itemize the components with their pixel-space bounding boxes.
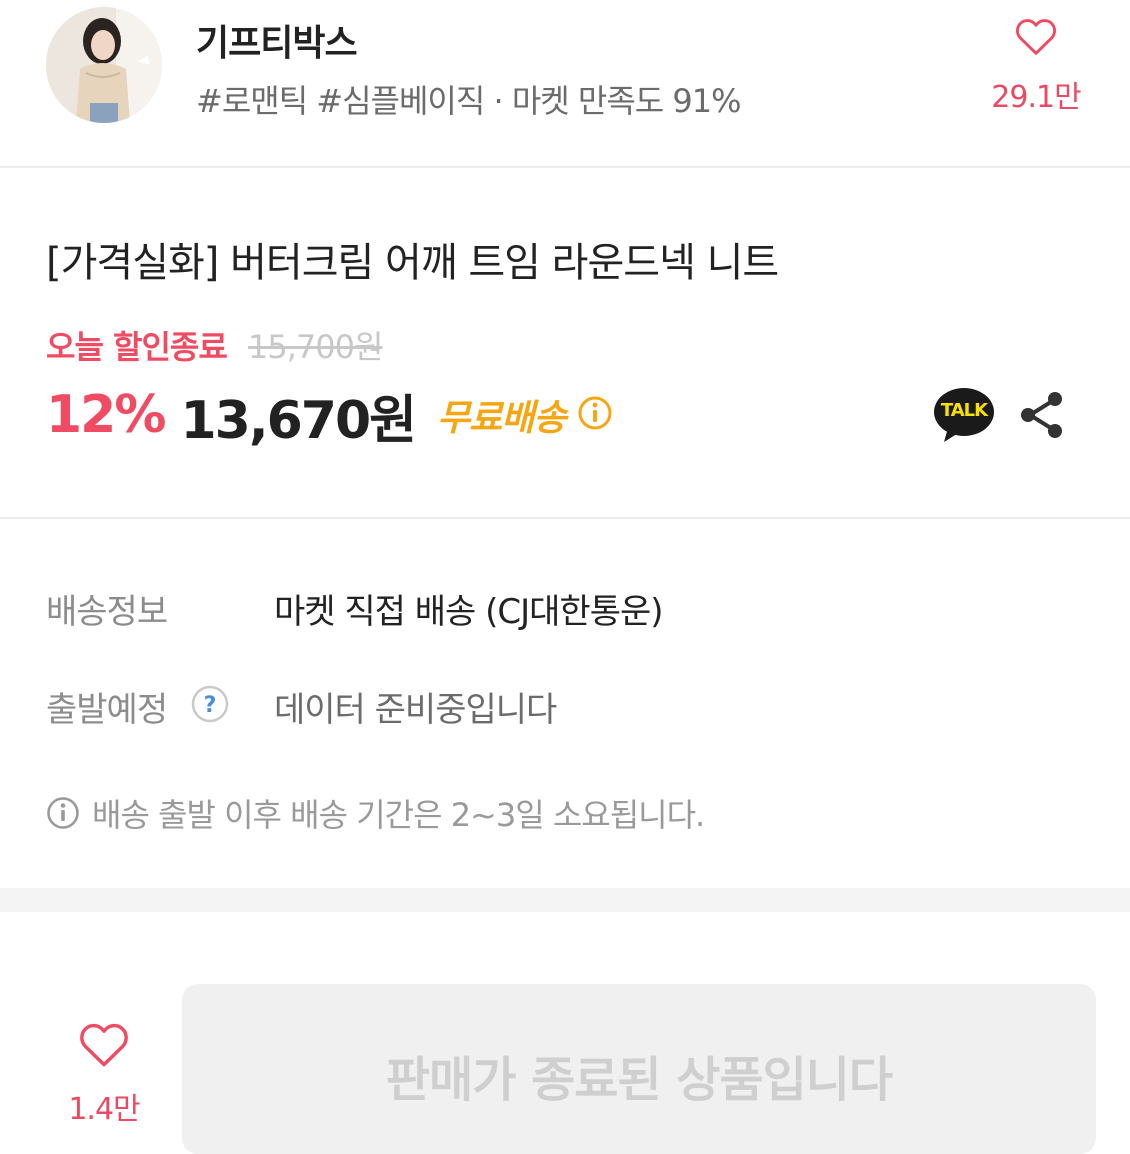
- share-icon: [1021, 392, 1062, 438]
- departure-label: 출발예정: [46, 690, 168, 730]
- like-count: 1.4만: [68, 1092, 140, 1127]
- free-shipping-info-icon[interactable]: [577, 395, 613, 435]
- price-row: 12% 13,670원 무료배송: [46, 380, 613, 451]
- section-gap: [0, 888, 1130, 912]
- shipping-notice: 배송 출발 이후 배송 기간은 2~3일 소요됩니다.: [46, 790, 705, 836]
- shipping-info-value: 마켓 직접 배송 (CJ대한통운): [274, 592, 664, 632]
- like-button[interactable]: 1.4만: [56, 1018, 152, 1130]
- product-title: [가격실화] 버터크림 어깨 트임 라운드넥 니트: [46, 240, 779, 286]
- avatar-photo: [46, 7, 162, 123]
- departure-value: 데이터 준비중입니다: [274, 690, 557, 730]
- heart-outline-icon: [1015, 19, 1057, 55]
- shipping-info-label: 배송정보: [46, 592, 168, 632]
- product-divider: [0, 517, 1130, 519]
- header-divider: [0, 166, 1130, 168]
- kakao-talk-button[interactable]: TALK: [932, 386, 996, 446]
- share-button[interactable]: [1018, 390, 1066, 440]
- shop-avatar[interactable]: [46, 7, 162, 123]
- shop-favorite-button[interactable]: 29.1만: [986, 14, 1086, 115]
- shop-name[interactable]: 기프티박스: [196, 14, 358, 66]
- original-price: 15,700원: [248, 328, 383, 366]
- sale-price: 13,670원: [180, 390, 417, 451]
- shipping-notice-text: 배송 출발 이후 배송 기간은 2~3일 소요됩니다.: [92, 796, 705, 834]
- sale-end-label: 오늘 할인종료: [46, 328, 228, 366]
- sale-ended-button[interactable]: 판매가 종료된 상품입니다: [182, 984, 1096, 1154]
- talk-label: TALK: [940, 400, 988, 421]
- discount-rate: 12%: [46, 385, 166, 445]
- sale-ended-label: 판매가 종료된 상품입니다: [385, 1052, 893, 1108]
- free-shipping-label: 무료배송: [436, 398, 566, 439]
- departure-help-icon[interactable]: ?: [190, 684, 230, 724]
- info-icon: [47, 797, 79, 829]
- shop-tags: #로맨틱 #심플베이직 · 마켓 만족도 91%: [196, 82, 742, 120]
- svg-text:?: ?: [204, 693, 217, 718]
- favorite-count: 29.1만: [991, 80, 1081, 115]
- heart-outline-icon: [80, 1023, 128, 1067]
